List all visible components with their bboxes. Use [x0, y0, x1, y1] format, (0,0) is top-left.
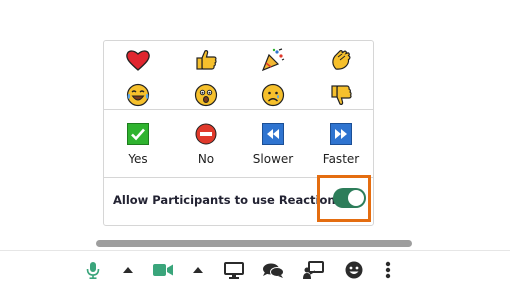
emoji-row [104, 43, 373, 75]
microphone-icon[interactable] [85, 261, 101, 279]
heart-icon[interactable] [125, 47, 151, 73]
thumbs-down-icon[interactable] [328, 82, 354, 108]
slower-label: Slower [252, 152, 294, 166]
tears-of-joy-icon[interactable] [125, 82, 151, 108]
yes-button[interactable]: Yes [106, 123, 170, 167]
share-screen-icon[interactable] [223, 261, 245, 279]
nonverbal-feedback-row: Yes No Slower Faster [104, 111, 373, 175]
meeting-toolbar [0, 250, 510, 288]
more-options-icon[interactable] [382, 261, 394, 279]
chat-icon[interactable] [261, 261, 285, 279]
faster-button[interactable]: Faster [309, 123, 373, 167]
smiley-icon[interactable] [344, 261, 364, 279]
fast-forward-icon [330, 123, 352, 145]
chevron-up-icon[interactable] [122, 261, 134, 279]
yes-label: Yes [128, 152, 148, 166]
emoji-row [104, 78, 373, 110]
allow-reactions-label: Allow Participants to use Reactions [113, 193, 343, 207]
sad-face-icon[interactable] [260, 82, 286, 108]
divider [104, 109, 373, 110]
video-camera-icon[interactable] [152, 261, 174, 279]
no-entry-icon [195, 123, 217, 145]
horizontal-scrollbar[interactable] [96, 240, 412, 247]
faster-label: Faster [322, 152, 360, 166]
no-label: No [197, 152, 215, 166]
slower-button[interactable]: Slower [241, 123, 305, 167]
presentation-icon[interactable] [301, 261, 325, 279]
toggle-knob [348, 190, 364, 206]
rewind-icon [262, 123, 284, 145]
thumbs-up-icon[interactable] [193, 47, 219, 73]
surprised-face-icon[interactable] [193, 82, 219, 108]
chevron-up-icon[interactable] [192, 261, 204, 279]
allow-reactions-toggle[interactable] [333, 188, 366, 208]
clapping-hands-icon[interactable] [328, 47, 354, 73]
party-popper-icon[interactable] [260, 47, 286, 73]
page: Yes No Slower Faster Allow Participants … [0, 0, 510, 288]
checkmark-icon [127, 123, 149, 145]
no-button[interactable]: No [174, 123, 238, 167]
